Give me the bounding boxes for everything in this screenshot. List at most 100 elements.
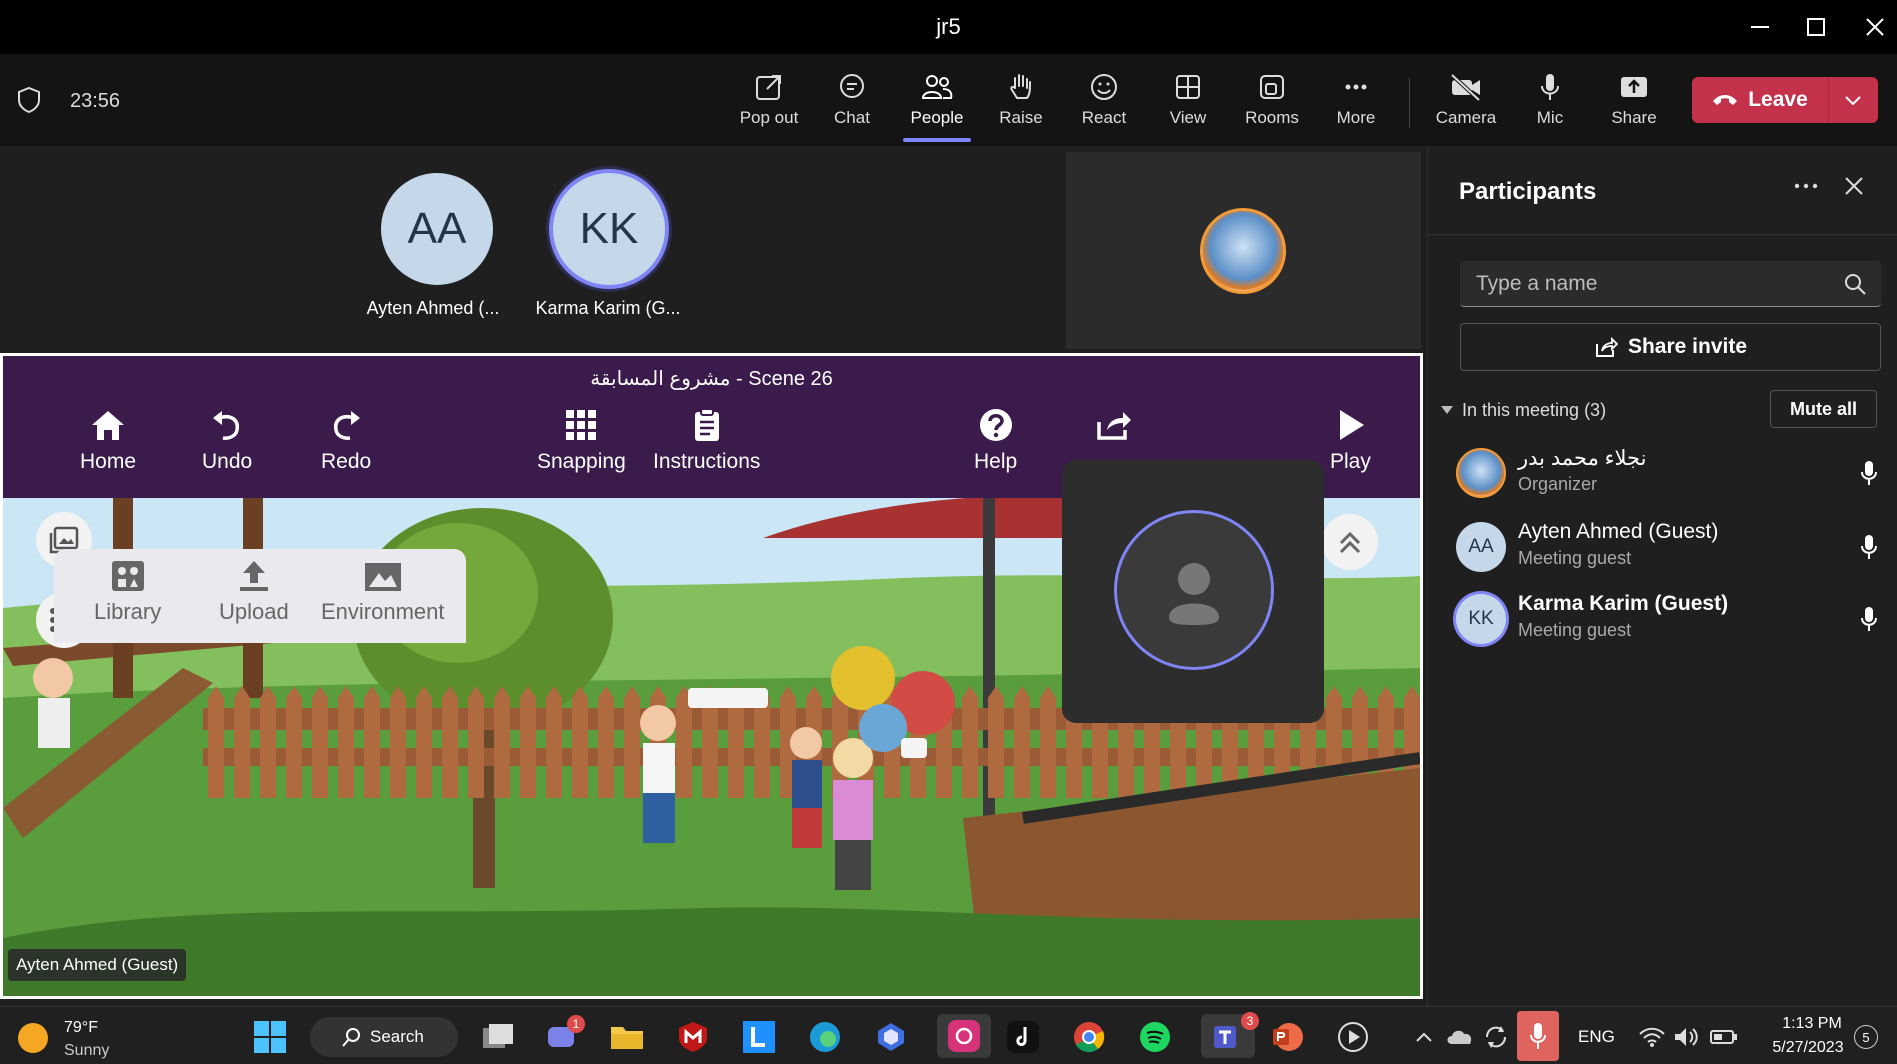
shield-icon[interactable] [16, 86, 42, 114]
fence-picket [468, 686, 484, 798]
panel-divider [1428, 234, 1897, 235]
fence-picket [208, 686, 224, 798]
asset-panel: Library Upload Environment [54, 549, 466, 643]
powerpoint-icon[interactable] [1267, 1017, 1307, 1057]
microphone-icon[interactable] [1860, 534, 1878, 565]
fence-picket [1014, 686, 1030, 798]
share-icon [1595, 336, 1618, 357]
instructions-button[interactable]: Instructions [653, 408, 760, 474]
fence-picket [988, 686, 1004, 798]
microphone-icon[interactable] [1860, 606, 1878, 637]
instagram-icon[interactable] [937, 1014, 991, 1058]
edge-icon[interactable] [805, 1017, 845, 1057]
snapping-button[interactable]: Snapping [537, 408, 626, 474]
upload-button[interactable]: Upload [219, 559, 289, 625]
share-app-button[interactable] [1095, 408, 1133, 450]
participant-name: نجلاء محمد بدر [1518, 447, 1647, 470]
rooms-icon [1260, 75, 1284, 99]
mic-button[interactable]: Mic [1510, 68, 1590, 138]
taskbar-search[interactable]: Search [310, 1017, 458, 1057]
participant-name: Ayten Ahmed (Guest) [1518, 520, 1719, 543]
notification-badge[interactable]: 5 [1854, 1025, 1878, 1049]
volume-icon[interactable] [1667, 1017, 1707, 1057]
play-icon [1340, 410, 1365, 440]
microphone-icon[interactable] [1860, 460, 1878, 491]
people-button[interactable]: People [897, 68, 977, 142]
participant-row[interactable]: AA Ayten Ahmed (Guest) Meeting guest [1456, 518, 1896, 578]
help-button[interactable]: Help [974, 408, 1017, 474]
person-icon [1169, 563, 1219, 625]
grid-dots-icon [566, 410, 597, 440]
close-window-button[interactable] [1852, 10, 1897, 44]
copilot-icon[interactable] [871, 1017, 911, 1057]
mute-all-button[interactable]: Mute all [1770, 390, 1877, 428]
leave-button[interactable]: Leave [1692, 77, 1828, 123]
leave-button-group: Leave [1692, 77, 1878, 123]
wifi-icon[interactable] [1632, 1017, 1672, 1057]
play-button[interactable]: Play [1330, 408, 1371, 474]
caret-down-icon [1441, 406, 1453, 414]
tiktok-icon[interactable] [1003, 1017, 1043, 1057]
pop-out-button[interactable]: Pop out [729, 68, 809, 138]
presenter-name-tag: Ayten Ahmed (Guest) [8, 949, 187, 981]
language-indicator[interactable]: ENG [1578, 1027, 1615, 1047]
sync-icon[interactable] [1476, 1017, 1516, 1057]
participant-row[interactable]: KK Karma Karim (Guest) Meeting guest [1456, 590, 1896, 650]
camera-button[interactable]: Camera [1426, 68, 1506, 138]
panel-close-button[interactable] [1844, 176, 1864, 202]
teams-chat-icon[interactable]: 1 [541, 1015, 585, 1057]
fence-picket [572, 686, 588, 798]
share-invite-button[interactable]: Share invite [1460, 323, 1881, 371]
microphone-icon [1541, 74, 1559, 100]
sun-icon[interactable] [18, 1023, 48, 1053]
search-icon[interactable] [1843, 272, 1867, 296]
undo-button[interactable]: Undo [202, 408, 252, 474]
chrome-icon[interactable] [1069, 1017, 1109, 1057]
home-button[interactable]: Home [80, 408, 136, 474]
search-input[interactable] [1476, 271, 1836, 296]
pop-out-icon [756, 75, 781, 100]
task-view-icon[interactable] [478, 1017, 518, 1057]
environment-icon [364, 563, 401, 591]
start-button[interactable] [250, 1017, 290, 1057]
avatar: KK [1456, 594, 1506, 644]
avatar-ayten[interactable]: AA [381, 173, 493, 285]
l-app-icon[interactable] [739, 1017, 779, 1057]
panel-more-button[interactable] [1793, 176, 1819, 202]
teams-icon[interactable]: 3 [1201, 1012, 1259, 1058]
view-button[interactable]: View [1148, 68, 1228, 138]
collapse-up-button[interactable] [1322, 514, 1378, 570]
fence-picket [364, 686, 380, 798]
onedrive-icon[interactable] [1440, 1017, 1480, 1057]
toolbar-divider [1409, 78, 1410, 128]
tile-name-karma: Karma Karim (G... [535, 298, 681, 318]
battery-icon[interactable] [1704, 1017, 1744, 1057]
participant-row[interactable]: نجلاء محمد بدر Organizer [1456, 444, 1896, 504]
rooms-button[interactable]: Rooms [1232, 68, 1312, 138]
mic-in-use-icon[interactable] [1517, 1011, 1559, 1061]
spotify-icon[interactable] [1135, 1017, 1175, 1057]
clock-time[interactable]: 1:13 PM [1764, 1015, 1860, 1033]
fence-picket [312, 686, 328, 798]
camera-off-icon [1450, 73, 1481, 102]
media-player-icon[interactable] [1333, 1017, 1373, 1057]
redo-button[interactable]: Redo [321, 408, 371, 474]
mcafee-icon[interactable] [673, 1017, 713, 1057]
environment-button[interactable]: Environment [321, 559, 445, 625]
chevron-up-icon[interactable] [1404, 1017, 1444, 1057]
participant-role: Meeting guest [1518, 548, 1632, 568]
share-button[interactable]: Share [1594, 68, 1674, 138]
react-button[interactable]: React [1064, 68, 1144, 138]
more-button[interactable]: More [1316, 68, 1396, 138]
clock-date[interactable]: 5/27/2023 [1756, 1039, 1860, 1057]
minimize-button[interactable] [1737, 10, 1783, 44]
maximize-button[interactable] [1793, 10, 1839, 44]
weather-temp[interactable]: 79°F [64, 1019, 98, 1037]
library-button[interactable]: Library [94, 559, 161, 625]
avatar-karma[interactable]: KK [553, 173, 665, 285]
chat-button[interactable]: Chat [812, 68, 892, 138]
file-explorer-icon[interactable] [607, 1017, 647, 1057]
raise-hand-button[interactable]: Raise [981, 68, 1061, 138]
fence-picket [624, 686, 640, 798]
leave-options-button[interactable] [1829, 94, 1877, 106]
